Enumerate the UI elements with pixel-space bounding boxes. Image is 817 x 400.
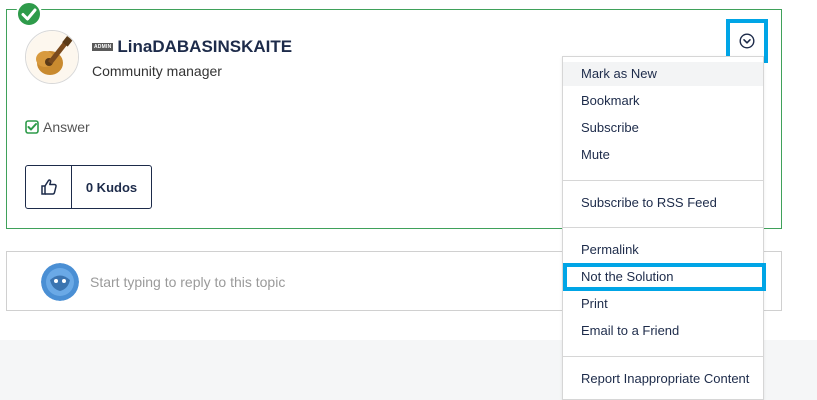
menu-item-print[interactable]: Print: [563, 292, 763, 316]
author-avatar[interactable]: [25, 30, 79, 84]
menu-divider: [563, 356, 763, 357]
thumbs-up-icon: [40, 179, 57, 195]
menu-item-subscribe[interactable]: Subscribe: [563, 116, 763, 140]
author-name-link[interactable]: LinaDABASINSKAITE: [117, 37, 292, 57]
kudos-widget: 0 Kudos: [25, 165, 152, 209]
menu-item-permalink[interactable]: Permalink: [563, 238, 763, 262]
answer-text: Answer: [43, 119, 90, 135]
kudos-count: 0 Kudos: [85, 179, 138, 195]
menu-item-report-inappropriate[interactable]: Report Inappropriate Content: [563, 367, 763, 391]
checkmark-solved-icon: [16, 1, 42, 27]
give-kudos-button[interactable]: [26, 166, 72, 208]
check-square-icon: [25, 120, 39, 134]
author-rank: Community manager: [92, 63, 222, 79]
chevron-down-circle-icon: [739, 33, 755, 49]
answer-label: Answer: [25, 119, 90, 135]
menu-divider: [563, 180, 763, 181]
menu-item-not-the-solution[interactable]: Not the Solution: [563, 263, 766, 291]
admin-badge: ADMIN: [92, 43, 114, 51]
menu-item-email-friend[interactable]: Email to a Friend: [563, 319, 763, 343]
menu-divider: [563, 227, 763, 228]
current-user-avatar: [41, 263, 79, 301]
reply-placeholder[interactable]: Start typing to reply to this topic: [90, 274, 285, 290]
user-avatar-icon: [41, 263, 79, 301]
guitar-avatar-icon: [26, 31, 78, 83]
post-options-dropdown: Mark as New Bookmark Subscribe Mute Subs…: [562, 56, 766, 400]
menu-item-mute[interactable]: Mute: [563, 143, 763, 167]
menu-item-bookmark[interactable]: Bookmark: [563, 89, 763, 113]
menu-item-subscribe-rss[interactable]: Subscribe to RSS Feed: [563, 191, 763, 215]
menu-item-mark-as-new[interactable]: Mark as New: [563, 62, 763, 86]
